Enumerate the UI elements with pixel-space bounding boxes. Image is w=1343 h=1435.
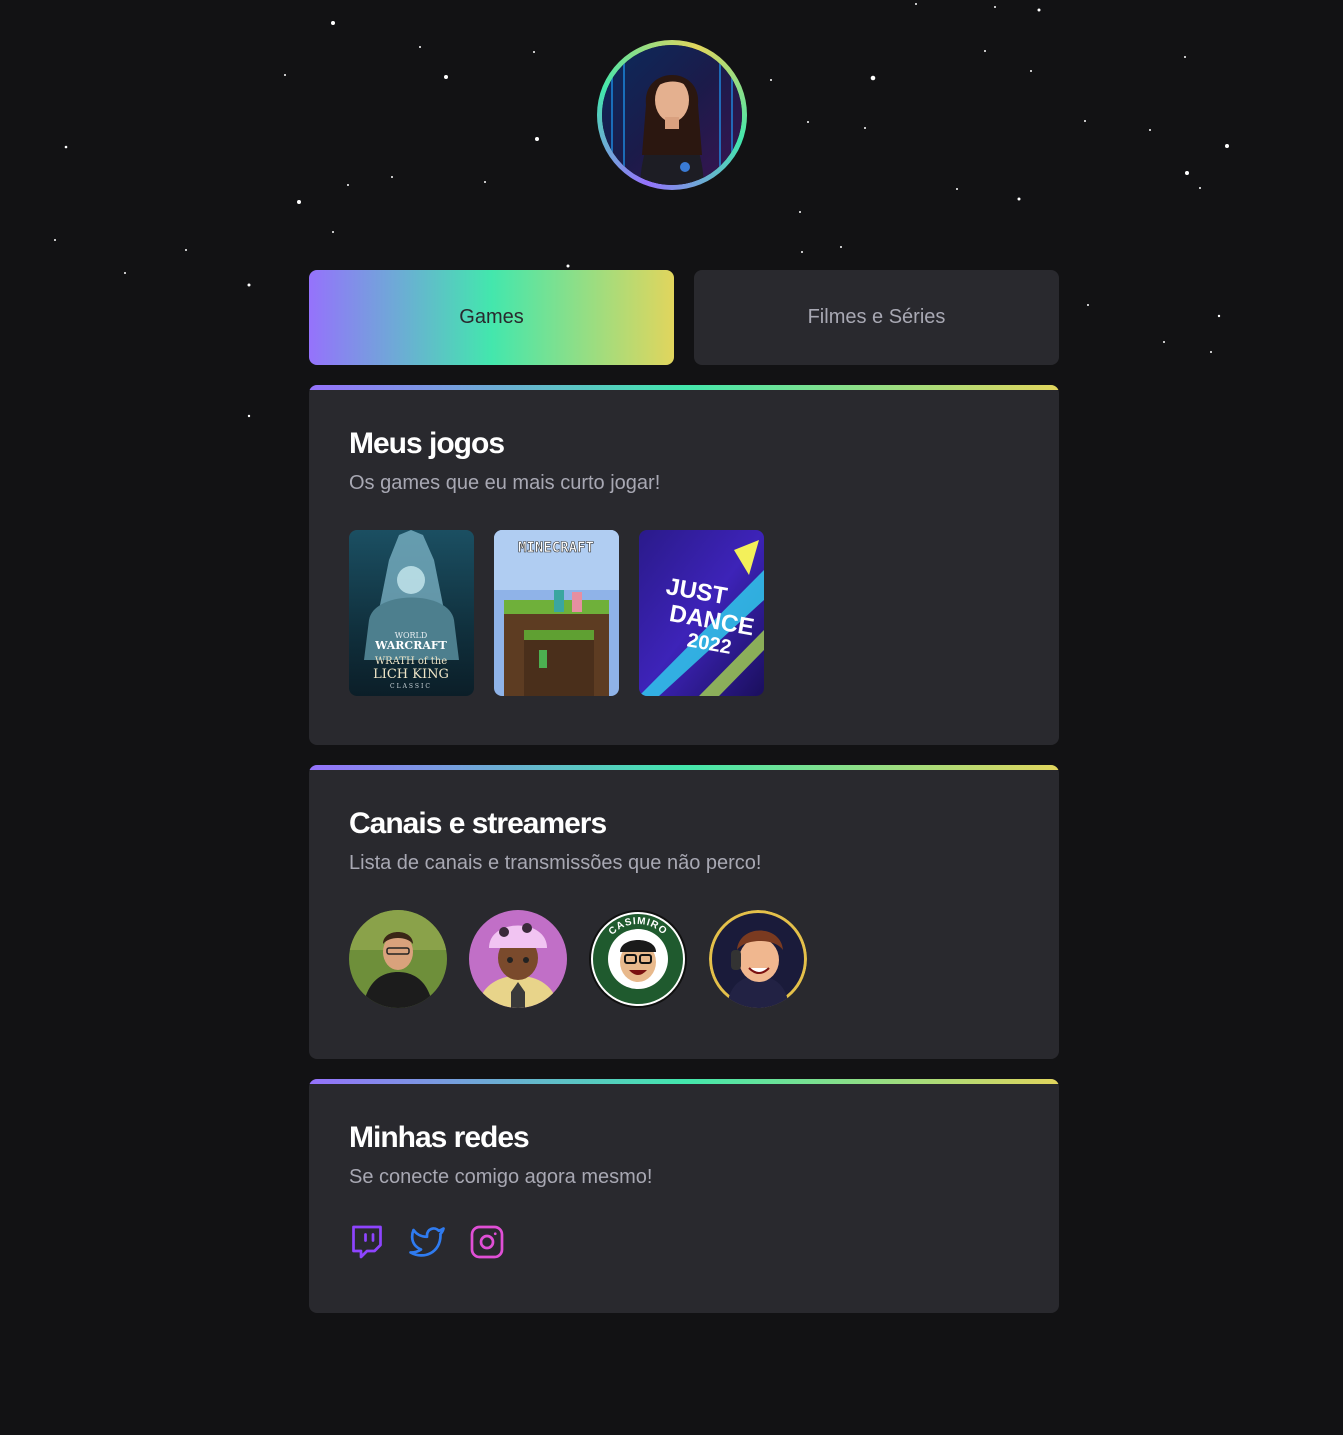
tab-games[interactable]: Games xyxy=(309,270,674,365)
games-card: Meus jogos Os games que eu mais curto jo… xyxy=(309,385,1059,745)
streamer-avatar[interactable] xyxy=(469,910,567,1008)
socials-list xyxy=(349,1224,505,1260)
twitter-icon[interactable] xyxy=(409,1224,445,1260)
svg-text:WARCRAFT: WARCRAFT xyxy=(374,639,448,652)
svg-text:CLASSIC: CLASSIC xyxy=(390,683,432,690)
instagram-icon[interactable] xyxy=(469,1224,505,1260)
socials-subtitle: Se conecte comigo agora mesmo! xyxy=(349,1166,653,1188)
games-list: WORLD WARCRAFT WRATH of the LICH KING CL… xyxy=(349,530,764,696)
streamer-avatar[interactable] xyxy=(349,910,447,1008)
twitch-icon[interactable] xyxy=(349,1224,385,1260)
game-cover-just-dance[interactable]: JUST DANCE 2022 xyxy=(639,530,764,696)
profile-avatar xyxy=(597,40,747,190)
game-cover-minecraft[interactable]: MINECRAFT xyxy=(494,530,619,696)
tab-movies-series[interactable]: Filmes e Séries xyxy=(694,270,1059,365)
svg-text:LICH KING: LICH KING xyxy=(373,667,449,682)
streamers-card: Canais e streamers Lista de canais e tra… xyxy=(309,765,1059,1059)
streamers-list: CASIMIRO xyxy=(349,910,807,1008)
streamers-subtitle: Lista de canais e transmissões que não p… xyxy=(349,852,762,874)
socials-card: Minhas redes Se conecte comigo agora mes… xyxy=(309,1079,1059,1313)
category-tabs: Games Filmes e Séries xyxy=(309,270,1059,365)
socials-title: Minhas redes xyxy=(349,1121,530,1154)
games-subtitle: Os games que eu mais curto jogar! xyxy=(349,472,661,494)
streamer-avatar[interactable] xyxy=(709,910,807,1008)
svg-text:MINECRAFT: MINECRAFT xyxy=(518,540,594,556)
svg-text:WRATH of the: WRATH of the xyxy=(375,656,447,667)
streamer-avatar[interactable]: CASIMIRO xyxy=(589,910,687,1008)
avatar-photo xyxy=(602,45,742,185)
streamers-title: Canais e streamers xyxy=(349,807,607,840)
game-cover-wow[interactable]: WORLD WARCRAFT WRATH of the LICH KING CL… xyxy=(349,530,474,696)
games-title: Meus jogos xyxy=(349,427,505,460)
